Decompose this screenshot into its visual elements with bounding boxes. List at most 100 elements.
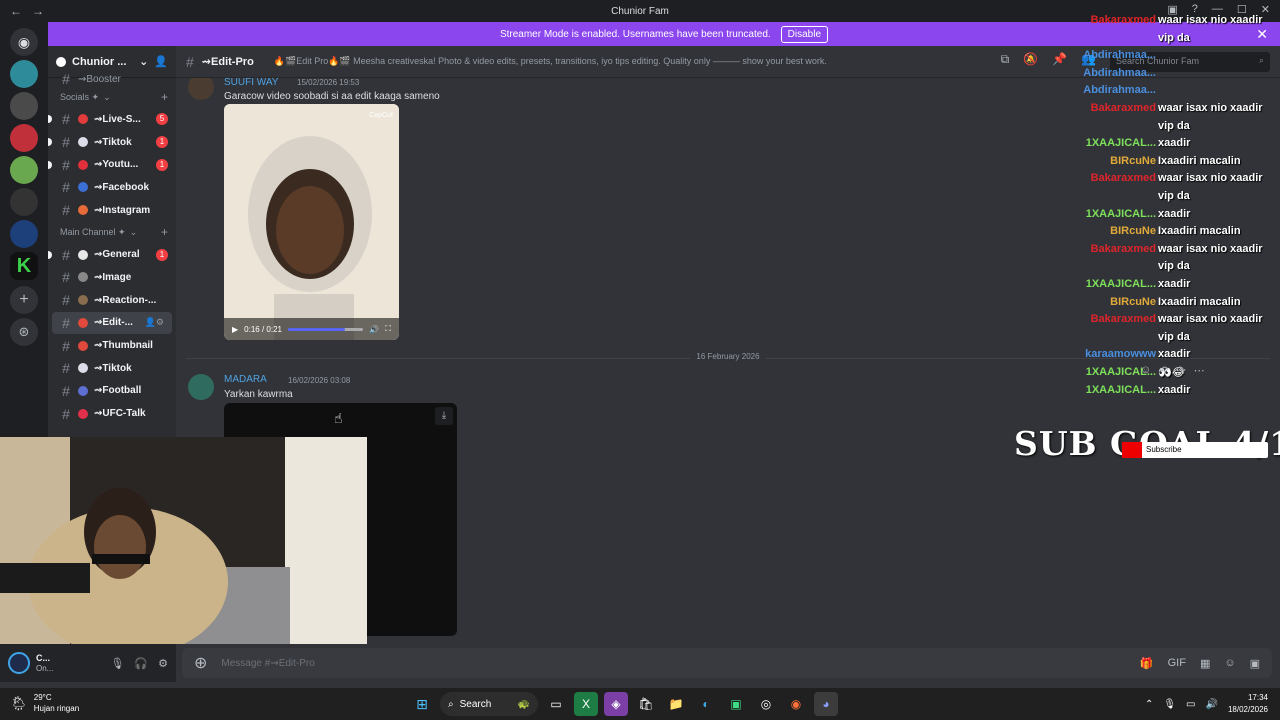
channel-item[interactable]: # ⇝Edit-... 👤⚙ xyxy=(52,311,172,335)
video-thumbnail xyxy=(224,104,399,340)
excel-icon[interactable]: X xyxy=(574,692,598,716)
chat-line: Bakaraxmed waar isax nio xaadir xyxy=(1080,243,1280,258)
channel-item[interactable]: # ⇝Reaction-... xyxy=(48,289,176,312)
channel-item[interactable]: # ⇝UFC-Talk xyxy=(48,402,176,425)
more-options-icon[interactable]: ⋯ xyxy=(1194,364,1205,377)
channel-title: ⇝Edit-Pro xyxy=(201,56,254,68)
pin-icon[interactable]: 📌 xyxy=(1052,52,1067,72)
copilot-icon[interactable]: ◈ xyxy=(604,692,628,716)
category-socials[interactable]: Socials ✦ ⌄ + xyxy=(48,86,176,108)
webcam-overlay xyxy=(0,437,367,644)
taskbar-search[interactable]: ⌕ Search 🐢 xyxy=(440,692,538,716)
app-green-icon[interactable]: ▣ xyxy=(724,692,748,716)
channel-booster[interactable]: # ⇝Booster xyxy=(48,71,176,87)
store-icon[interactable]: 🛍 xyxy=(634,692,658,716)
channel-item[interactable]: # ⇝Thumbnail xyxy=(48,334,176,357)
discover-icon[interactable]: ⊛ xyxy=(10,318,38,346)
message-timestamp: 16/02/2026 03:08 xyxy=(288,376,351,385)
channel-item[interactable]: # ⇝Tiktok 1 xyxy=(48,131,176,154)
server-icon-1[interactable] xyxy=(10,60,38,88)
avatar[interactable] xyxy=(8,652,30,674)
weather-widget[interactable]: 🌦 29°C Hujan ringan xyxy=(10,692,79,714)
gift-icon[interactable]: 🎁 xyxy=(1140,657,1154,670)
forward-icon[interactable]: ↷ xyxy=(1176,364,1185,377)
channel-item[interactable]: # ⇝Facebook xyxy=(48,176,176,199)
video-attachment[interactable]: CapCut ▶ 0:16 / 0:21 🔊 ⛶ xyxy=(224,104,399,340)
server-icon-4[interactable] xyxy=(10,156,38,184)
user-name[interactable]: C... xyxy=(36,653,53,664)
channel-item[interactable]: # ⇝Youtu... 1 xyxy=(48,153,176,176)
microphone-icon[interactable]: 🎙 xyxy=(110,657,124,670)
task-view-icon[interactable]: ▭ xyxy=(544,692,568,716)
chat-username: BIRcuNe xyxy=(1110,154,1156,167)
chevron-up-icon[interactable]: ⌃ xyxy=(1145,699,1153,710)
avatar[interactable] xyxy=(188,374,214,400)
firefox-icon[interactable]: ◉ xyxy=(784,692,808,716)
disable-streamer-mode-button[interactable]: Disable xyxy=(780,25,829,43)
chat-username: BIRcuNe xyxy=(1110,225,1156,238)
message-composer[interactable]: ⊕ Message #⇝Edit-Pro 🎁 GIF ▦ ☺ ▣ xyxy=(182,648,1272,678)
gear-icon[interactable]: ⚙ xyxy=(158,657,168,670)
download-icon[interactable]: ⤓ xyxy=(435,407,453,425)
channel-settings-icon[interactable]: 👤⚙ xyxy=(145,317,164,328)
windows-start-icon[interactable]: ⊞ xyxy=(410,692,434,716)
avatar[interactable] xyxy=(188,78,214,100)
apps-icon[interactable]: ▣ xyxy=(1250,657,1260,670)
message-author[interactable]: SUUFI WAY xyxy=(224,78,278,88)
add-member-icon[interactable]: 👤 xyxy=(154,55,168,68)
notification-bell-icon[interactable]: 🔕 xyxy=(1023,52,1038,72)
channel-item[interactable]: # ⇝Football xyxy=(48,380,176,403)
message-author[interactable]: MADARA xyxy=(224,374,267,385)
chrome-icon[interactable]: ◎ xyxy=(754,692,778,716)
sticker-icon[interactable]: ▦ xyxy=(1200,657,1210,670)
unread-indicator xyxy=(48,250,52,259)
reply-icon[interactable]: ↶ xyxy=(1159,364,1168,377)
server-icon-5[interactable] xyxy=(10,188,38,216)
channel-item[interactable]: # ⇝Image xyxy=(48,266,176,289)
play-icon[interactable]: ▶ xyxy=(232,325,238,334)
channel-item[interactable]: # ⇝Instagram xyxy=(48,199,176,222)
channel-emoji-icon xyxy=(78,340,88,351)
file-explorer-icon[interactable]: 📁 xyxy=(664,692,688,716)
emoji-icon[interactable]: ☺ xyxy=(1224,657,1235,670)
hash-icon: # xyxy=(62,269,70,286)
volume-icon[interactable]: 🔊 xyxy=(369,325,379,334)
main-channel-list: # ⇝General 1 # ⇝Image # ⇝Reaction-... # ⇝Edit-..… xyxy=(48,243,176,425)
gif-icon[interactable]: GIF xyxy=(1168,657,1186,670)
add-attachment-icon[interactable]: ⊕ xyxy=(194,653,207,673)
hash-icon: # xyxy=(186,53,194,70)
fullscreen-icon[interactable]: ⛶ xyxy=(385,324,391,334)
chat-username: Bakaraxmed xyxy=(1090,172,1156,185)
server-icon-chunior-fam[interactable] xyxy=(10,220,38,248)
category-main-channel[interactable]: Main Channel ✦ ⌄ + xyxy=(48,221,176,243)
chevron-down-icon: ⌄ xyxy=(103,91,111,102)
threads-icon[interactable]: ⧉ xyxy=(1001,52,1010,72)
discord-taskbar-icon[interactable]: ◕ xyxy=(814,692,838,716)
clock[interactable]: 17:34 18/02/2026 xyxy=(1228,692,1268,716)
guild-icon xyxy=(56,56,66,67)
add-server-icon[interactable]: + xyxy=(10,286,38,314)
server-icon-3[interactable] xyxy=(10,124,38,152)
channel-topic[interactable]: 🔥🎬Edit Pro🔥🎬 Meesha creativeska! Photo &… xyxy=(274,56,827,67)
channel-item[interactable]: # ⇝Live-S... 5 xyxy=(48,108,176,131)
server-icon-2[interactable] xyxy=(10,92,38,120)
message-input[interactable]: Message #⇝Edit-Pro xyxy=(221,658,314,669)
video-progress[interactable] xyxy=(287,327,364,331)
add-channel-icon[interactable]: + xyxy=(161,225,168,239)
direct-messages-icon[interactable]: ◉ xyxy=(10,28,38,56)
add-channel-icon[interactable]: + xyxy=(161,90,168,104)
channel-item[interactable]: # ⇝Tiktok xyxy=(48,357,176,380)
channel-emoji-icon xyxy=(78,317,88,328)
channel-label: ⇝Tiktok xyxy=(94,136,132,148)
add-reaction-icon[interactable]: ☺ xyxy=(1140,364,1151,377)
kick-icon[interactable]: K xyxy=(10,252,38,280)
channel-item[interactable]: # ⇝General 1 xyxy=(48,243,176,266)
network-icon[interactable]: ▭ xyxy=(1186,699,1195,710)
user-panel: C... On... 🎙 🎧 ⚙ xyxy=(0,644,176,682)
chevron-down-icon[interactable]: ⌄ xyxy=(139,55,148,68)
headphones-icon[interactable]: 🎧 xyxy=(134,657,148,670)
edge-icon[interactable]: ◐ xyxy=(694,692,718,716)
volume-icon[interactable]: 🔊 xyxy=(1206,699,1218,710)
windows-taskbar: 🌦 29°C Hujan ringan ⊞ ⌕ Search 🐢 ▭ X ◈ 🛍… xyxy=(0,688,1280,720)
microphone-icon[interactable]: 🎙 xyxy=(1163,699,1176,710)
